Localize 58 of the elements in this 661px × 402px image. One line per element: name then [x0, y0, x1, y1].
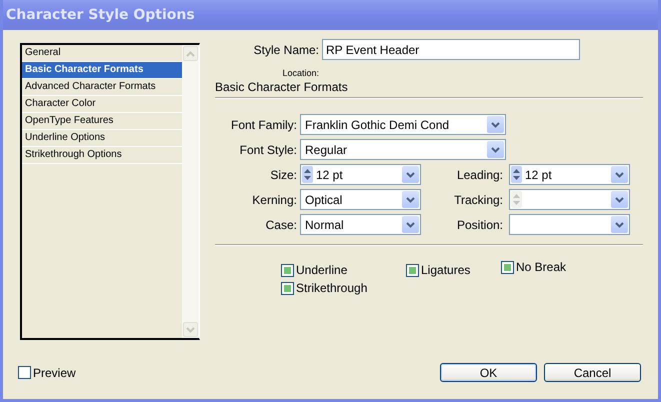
checkbox-label: No Break — [516, 260, 566, 274]
field-label: Kerning: — [251, 192, 297, 206]
field-label: Position: — [456, 218, 503, 232]
spin-combo-field[interactable] — [509, 189, 630, 210]
dropdown-button[interactable] — [402, 216, 419, 233]
field-label: Size: — [269, 168, 297, 182]
dialog-button[interactable]: Cancel — [544, 363, 641, 382]
spinner-arrows-icon[interactable] — [511, 166, 522, 183]
field-label: Font Style: — [238, 142, 297, 156]
field-value: 12 pt — [524, 168, 553, 182]
dropdown-button[interactable] — [487, 141, 504, 158]
dropdown-button[interactable] — [611, 191, 628, 208]
window-title: Character Style Options — [6, 7, 195, 23]
field-value: Normal — [304, 218, 345, 232]
chevron-down-icon — [491, 146, 500, 152]
combo-field[interactable]: Normal — [300, 214, 421, 235]
dropdown-button[interactable] — [487, 116, 504, 133]
dropdown-button[interactable] — [402, 191, 419, 208]
chevron-down-icon — [406, 172, 415, 178]
dropdown-button[interactable] — [402, 166, 419, 183]
dropdown-value: Regular — [304, 142, 348, 156]
field-value: Optical — [304, 192, 344, 206]
field-label: Tracking: — [453, 192, 503, 206]
checkbox[interactable] — [18, 366, 31, 379]
chevron-down-icon — [615, 222, 624, 228]
combo-field[interactable]: Optical — [300, 189, 421, 210]
dropdown-button[interactable] — [611, 216, 628, 233]
checkbox[interactable] — [281, 282, 294, 294]
section-title: Basic Character Formats — [215, 80, 349, 94]
field-label: Case: — [264, 218, 297, 232]
font-dropdown[interactable]: Regular — [300, 139, 506, 160]
checkbox-label: Preview — [33, 366, 76, 380]
dropdown-button[interactable] — [611, 166, 628, 183]
checkbox[interactable] — [406, 264, 419, 276]
spin-combo-field[interactable]: 12 pt — [300, 164, 421, 185]
chevron-down-icon — [615, 172, 624, 178]
checkbox[interactable] — [501, 260, 514, 274]
chevron-down-icon — [406, 196, 415, 202]
chevron-down-icon — [615, 196, 624, 202]
field-label: Leading: — [456, 168, 503, 182]
dialog-button[interactable]: OK — [440, 363, 537, 382]
checkbox-label: Strikethrough — [296, 281, 368, 295]
location-label: Location: — [282, 68, 319, 78]
checkbox-label: Underline — [296, 263, 348, 277]
dropdown-value: Franklin Gothic Demi Cond — [304, 118, 450, 132]
field-label: Style Name: — [252, 42, 319, 56]
spin-combo-field[interactable]: 12 pt — [509, 164, 630, 185]
spinner-arrows-icon[interactable] — [302, 166, 313, 183]
checkbox-label: Ligatures — [421, 263, 470, 277]
field-label: Font Family: — [230, 118, 297, 132]
checkbox[interactable] — [281, 264, 294, 276]
category-item[interactable]: Basic Character Formats — [22, 62, 182, 79]
chevron-down-icon — [491, 122, 500, 128]
font-dropdown[interactable]: Franklin Gothic Demi Cond — [300, 114, 506, 135]
field-value: 12 pt — [315, 168, 344, 182]
chevron-down-icon — [406, 222, 415, 228]
style-name-field[interactable]: RP Event Header — [322, 39, 580, 60]
combo-field[interactable] — [509, 214, 630, 235]
